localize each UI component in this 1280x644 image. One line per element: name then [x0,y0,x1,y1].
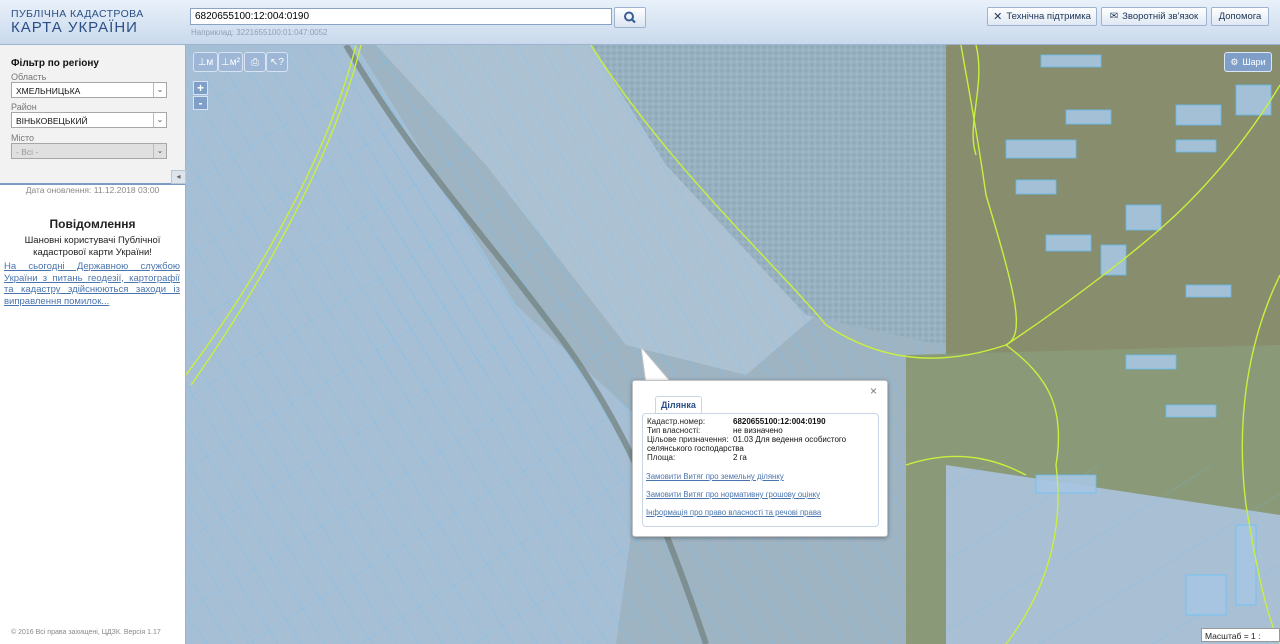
region-select[interactable]: ХМЕЛЬНИЦЬКА ⌄ [11,82,167,98]
search-hint: Наприклад: 3221655100:01:047:0052 [191,28,328,37]
identify-tool[interactable]: ↖? [266,52,288,72]
satellite-map [186,45,1280,644]
header: ПУБЛІЧНА КАДАСТРОВА КАРТА УКРАЇНИ Наприк… [0,0,1280,45]
ownership-info-link[interactable]: Інформація про право власності та речові… [646,508,821,517]
region-filter: Фільтр по регіону Область ХМЕЛЬНИЦЬКА ⌄ … [0,45,186,185]
update-date: Дата оновлення: 11.12.2018 03:00 [25,185,160,195]
zoom-in-button[interactable]: + [193,81,208,95]
map-view[interactable]: ⊥м ⊥м² ⎙ ↖? + - ⚙ Шари Масштаб = 1 : 853… [186,45,1280,644]
ownership-type-value: не визначено [733,426,783,435]
cadastral-number-value: 6820655100:12:004:0190 [733,417,826,426]
tools-icon: ✕ [993,11,1003,23]
district-select[interactable]: ВІНЬКОВЕЦЬКИЙ ⌄ [11,112,167,128]
copyright: © 2016 Всі права захищені, ЦДЗК. Версія … [11,629,161,636]
district-value: ВІНЬКОВЕЦЬКИЙ [16,116,88,126]
parcel-popup: × Ділянка Кадастр.номер: 6820655100:12:0… [632,380,888,537]
district-label: Район [11,102,37,112]
print-tool[interactable]: ⎙ [244,52,266,72]
chevron-down-icon: ⌄ [153,83,166,97]
envelope-icon: ✉ [1109,11,1119,22]
help-label: Допомога [1218,11,1262,22]
close-icon[interactable]: × [870,384,877,398]
notice-title: Повідомлення [49,217,136,231]
city-select: - Всі - ⌄ [11,143,167,159]
measure-area-tool[interactable]: ⊥м² [218,52,243,72]
area-label: Площа: [647,453,676,462]
layers-button[interactable]: ⚙ Шари [1224,52,1272,72]
logo[interactable]: ПУБЛІЧНА КАДАСТРОВА КАРТА УКРАЇНИ [11,9,144,36]
purpose-value: 01.03 Для ведення особистого селянського… [647,435,847,453]
help-button[interactable]: Допомога [1211,7,1269,26]
chevron-down-icon: ⌄ [153,144,166,158]
measure-distance-tool[interactable]: ⊥м [193,52,218,72]
region-label: Область [11,72,47,82]
ownership-type-label: Тип власності: [647,426,701,435]
support-label: Технічна підтримка [1006,11,1091,22]
area-value: 2 га [733,453,747,462]
collapse-panel-button[interactable]: ◂ [171,170,186,184]
search-button[interactable] [614,7,646,28]
feedback-label: Зворотній зв'язок [1122,11,1199,22]
city-label: Місто [11,133,35,143]
popup-content: Кадастр.номер: 6820655100:12:004:0190 Ти… [642,413,879,527]
notice-link[interactable]: На сьогодні Державною службою України з … [4,261,180,307]
support-button[interactable]: ✕ Технічна підтримка [987,7,1097,26]
popup-tab-parcel[interactable]: Ділянка [655,396,702,414]
chevron-down-icon: ⌄ [153,113,166,127]
search-input[interactable] [190,8,612,25]
search-icon [624,11,636,24]
gear-icon: ⚙ [1230,56,1239,67]
left-panel: Фільтр по регіону Область ХМЕЛЬНИЦЬКА ⌄ … [0,45,186,644]
logo-line2: КАРТА УКРАЇНИ [11,19,138,36]
region-value: ХМЕЛЬНИЦЬКА [16,86,81,96]
cadastral-number-label: Кадастр.номер: [647,417,706,426]
city-value: - Всі - [16,147,39,157]
order-extract-link[interactable]: Замовити Витяг про земельну ділянку [646,472,784,481]
feedback-button[interactable]: ✉ Зворотній зв'язок [1101,7,1207,26]
filter-title: Фільтр по регіону [11,58,99,69]
order-valuation-link[interactable]: Замовити Витяг про нормативну грошову оц… [646,490,820,499]
scale-indicator: Масштаб = 1 : 8531 [1201,628,1280,642]
notice-text: Шановні користувачі Публічної кадастрово… [24,235,161,258]
zoom-out-button[interactable]: - [193,96,208,110]
layers-label: Шари [1242,57,1266,67]
